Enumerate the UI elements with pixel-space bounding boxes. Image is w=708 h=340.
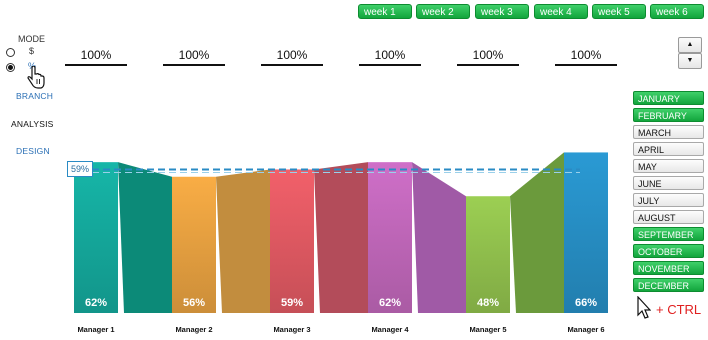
ribbon-1 xyxy=(118,162,172,313)
month-march[interactable]: MARCH xyxy=(633,125,704,139)
bar-manager-2[interactable] xyxy=(172,176,216,313)
bar-manager-4[interactable] xyxy=(368,162,412,313)
ribbon-2 xyxy=(216,169,270,313)
month-july[interactable]: JULY xyxy=(633,193,704,207)
bar-manager-6[interactable] xyxy=(564,152,608,313)
month-october[interactable]: OCTOBER xyxy=(633,244,704,258)
month-september[interactable]: SEPTEMBER xyxy=(633,227,704,241)
manager-label-6: Manager 6 xyxy=(567,325,605,334)
month-november[interactable]: NOVEMBER xyxy=(633,261,704,275)
ribbon-3 xyxy=(314,162,368,313)
bar-value-label-3: 59% xyxy=(281,297,303,309)
ribbon-4 xyxy=(412,162,466,313)
bar-value-label-6: 66% xyxy=(575,297,597,309)
average-value-label: 59% xyxy=(67,161,93,177)
bar-value-label-4: 62% xyxy=(379,297,401,309)
month-june[interactable]: JUNE xyxy=(633,176,704,190)
manager-label-3: Manager 3 xyxy=(273,325,311,334)
manager-label-5: Manager 5 xyxy=(469,325,507,334)
bar-manager-5[interactable] xyxy=(466,196,510,313)
ctrl-hint: + CTRL xyxy=(656,302,702,317)
bar-value-label-2: 56% xyxy=(183,297,205,309)
month-april[interactable]: APRIL xyxy=(633,142,704,156)
manager-chart: 62% 56% 59% 62% 48% 66% xyxy=(74,152,608,313)
bar-manager-1[interactable] xyxy=(74,162,118,313)
bar-manager-3[interactable] xyxy=(270,169,314,313)
manager-label-2: Manager 2 xyxy=(175,325,213,334)
mouse-pointer-icon xyxy=(637,296,651,319)
month-january[interactable]: JANUARY xyxy=(633,91,704,105)
month-august[interactable]: AUGUST xyxy=(633,210,704,224)
manager-label-4: Manager 4 xyxy=(371,325,409,334)
month-february[interactable]: FEBRUARY xyxy=(633,108,704,122)
ribbon-5 xyxy=(510,152,564,313)
bar-value-label-5: 48% xyxy=(477,297,499,309)
bar-value-label-1: 62% xyxy=(85,297,107,309)
manager-label-1: Manager 1 xyxy=(77,325,115,334)
month-december[interactable]: DECEMBER xyxy=(633,278,704,292)
month-may[interactable]: MAY xyxy=(633,159,704,173)
